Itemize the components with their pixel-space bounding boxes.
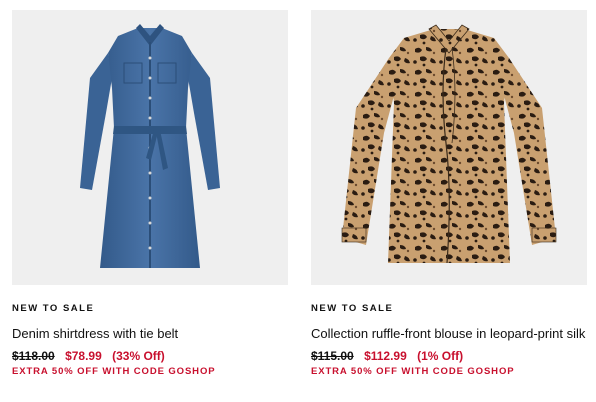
product-title[interactable]: Collection ruffle-front blouse in leopar… <box>311 324 587 343</box>
sale-price: $78.99 <box>65 349 102 363</box>
leopard-blouse-icon <box>341 23 557 263</box>
product-grid: NEW TO SALE Denim shirtdress with tie be… <box>0 0 596 402</box>
new-to-sale-badge: NEW TO SALE <box>12 303 95 314</box>
product-title[interactable]: Denim shirtdress with tie belt <box>12 324 288 343</box>
sale-price: $112.99 <box>364 349 407 363</box>
product-card[interactable]: NEW TO SALE Collection ruffle-front blou… <box>311 10 587 377</box>
price-row: $115.00 $112.99 (1% Off) <box>311 349 587 363</box>
new-to-sale-badge: NEW TO SALE <box>311 303 394 314</box>
original-price: $115.00 <box>311 349 354 363</box>
price-row: $118.00 $78.99 (33% Off) <box>12 349 288 363</box>
leopard-blouse-image[interactable] <box>311 10 587 285</box>
original-price: $118.00 <box>12 349 55 363</box>
denim-shirtdress-image[interactable] <box>12 10 288 285</box>
promo-text: EXTRA 50% OFF WITH CODE GOSHOP <box>311 366 515 377</box>
discount-percent: (1% Off) <box>417 349 464 363</box>
promo-text: EXTRA 50% OFF WITH CODE GOSHOP <box>12 366 216 377</box>
denim-shirtdress-icon <box>80 23 220 268</box>
product-card[interactable]: NEW TO SALE Denim shirtdress with tie be… <box>12 10 288 377</box>
discount-percent: (33% Off) <box>112 349 165 363</box>
